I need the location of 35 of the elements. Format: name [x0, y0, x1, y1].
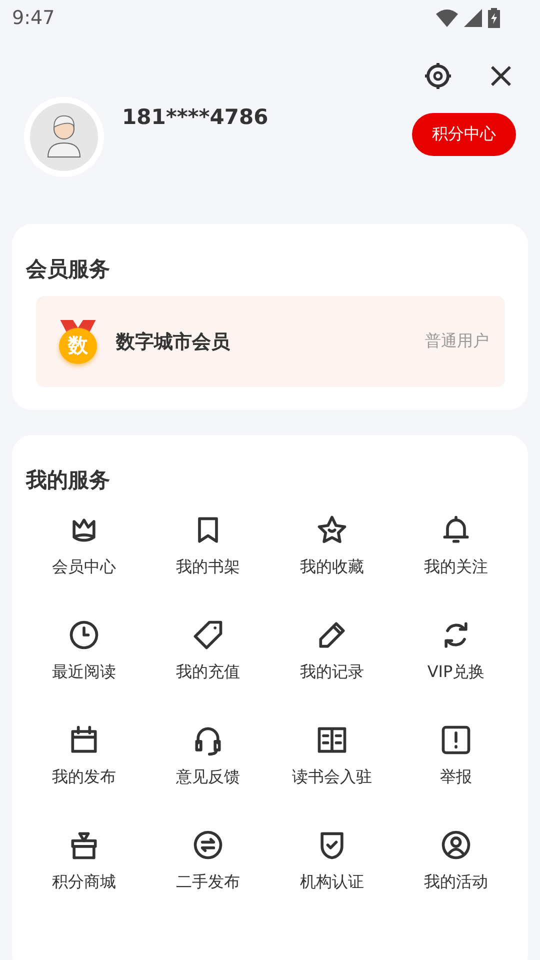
signal-icon — [464, 9, 482, 27]
service-item[interactable]: 机构认证 — [270, 828, 394, 933]
points-center-button[interactable]: 积分中心 — [412, 112, 516, 156]
status-time: 9:47 — [12, 7, 55, 29]
member-row[interactable]: 数 数字城市会员 普通用户 — [36, 296, 505, 387]
service-item[interactable]: VIP兑换 — [394, 618, 518, 723]
service-item[interactable]: 我的收藏 — [270, 513, 394, 618]
service-item[interactable]: 我的关注 — [394, 513, 518, 618]
tag-icon — [191, 618, 225, 652]
phone-number: 181****4786 — [122, 105, 270, 129]
service-item[interactable]: 我的活动 — [394, 828, 518, 933]
avatar[interactable] — [24, 97, 104, 177]
service-item[interactable]: 会员中心 — [22, 513, 146, 618]
service-item[interactable]: 我的书架 — [146, 513, 270, 618]
service-item[interactable]: 二手发布 — [146, 828, 270, 933]
settings-icon[interactable] — [424, 62, 452, 90]
service-item[interactable]: 我的记录 — [270, 618, 394, 723]
swap-icon — [191, 828, 225, 862]
service-item[interactable]: 意见反馈 — [146, 723, 270, 828]
user-icon — [439, 828, 473, 862]
service-item[interactable]: 举报 — [394, 723, 518, 828]
battery-icon — [488, 8, 500, 28]
service-item[interactable]: 我的充值 — [146, 618, 270, 723]
alert-icon — [439, 723, 473, 757]
section-title: 我的服务 — [26, 467, 111, 494]
close-icon[interactable] — [490, 65, 512, 87]
wifi-icon — [436, 9, 458, 27]
service-item[interactable]: 积分商城 — [22, 828, 146, 933]
clock-icon — [67, 618, 101, 652]
service-item[interactable]: 最近阅读 — [22, 618, 146, 723]
section-title: 会员服务 — [26, 256, 111, 283]
member-name: 数字城市会员 — [116, 330, 231, 354]
member-level: 普通用户 — [425, 331, 489, 352]
service-item[interactable]: 读书会入驻 — [270, 723, 394, 828]
service-item[interactable]: 我的发布 — [22, 723, 146, 828]
